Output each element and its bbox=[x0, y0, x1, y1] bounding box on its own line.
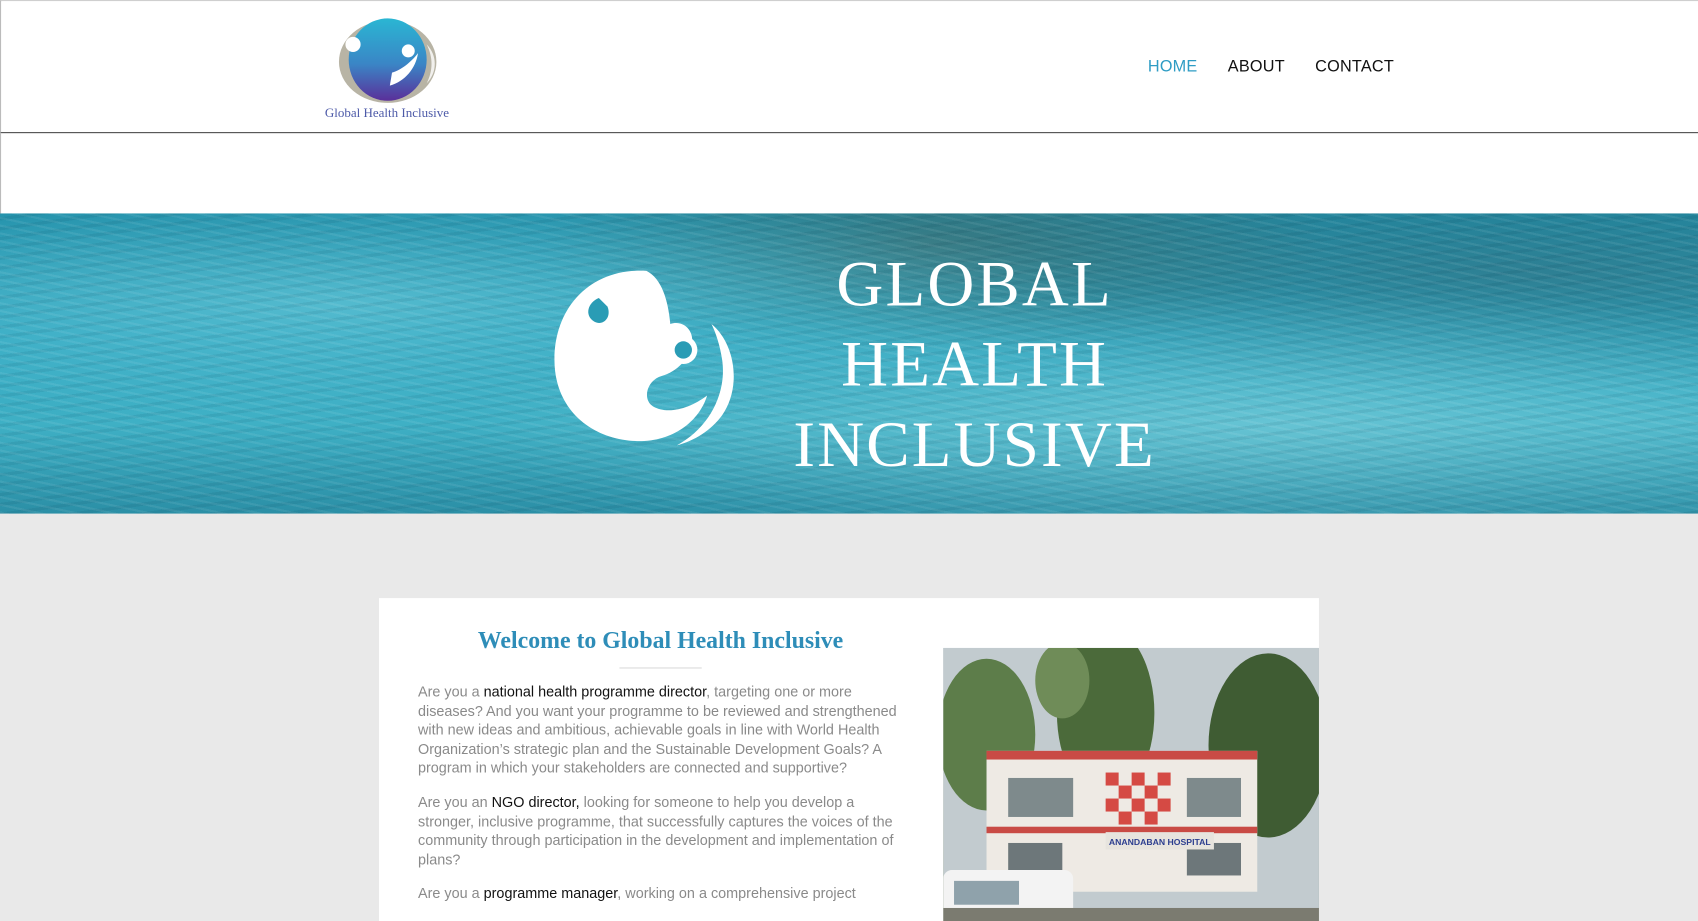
paragraph-1-highlight: national health programme director bbox=[483, 683, 707, 700]
logo-text: Global Health Inclusive bbox=[324, 105, 450, 121]
site-logo[interactable]: Global Health Inclusive bbox=[325, 12, 455, 125]
paragraph-2: Are you an NGO director, looking for som… bbox=[418, 793, 905, 869]
paragraph-2-highlight: NGO director, bbox=[491, 794, 580, 811]
paragraph-3-highlight: programme manager bbox=[483, 885, 618, 902]
hospital-photo: ANANDABAN HOSPITAL bbox=[943, 647, 1319, 921]
ghi-emblem-icon bbox=[554, 270, 734, 446]
paragraph-3-pre: Are you a bbox=[417, 885, 484, 902]
welcome-heading: Welcome to Global Health Inclusive bbox=[477, 626, 844, 654]
page: Global Health Inclusive HOME ABOUT CONTA… bbox=[0, 0, 1698, 921]
ghi-logo-icon bbox=[338, 18, 437, 103]
paragraph-3: Are you a programme manager, working on … bbox=[418, 885, 905, 904]
welcome-card: Welcome to Global Health Inclusive Are y… bbox=[379, 598, 1319, 921]
nav-home[interactable]: HOME bbox=[1148, 57, 1198, 75]
paragraph-2-pre: Are you an bbox=[417, 794, 492, 811]
hospital-sign: ANANDABAN HOSPITAL bbox=[1109, 837, 1211, 847]
hero-banner: GLOBAL HEALTH INCLUSIVE bbox=[0, 213, 1698, 514]
hero-title-line-3: INCLUSIVE bbox=[793, 408, 1156, 480]
site-header: Global Health Inclusive HOME ABOUT CONTA… bbox=[0, 0, 1698, 134]
paragraph-1-pre: Are you a bbox=[417, 683, 484, 700]
hospital-photo-illustration: ANANDABAN HOSPITAL bbox=[943, 647, 1319, 921]
hero-title-line-1: GLOBAL bbox=[836, 248, 1113, 320]
header-spacer bbox=[0, 133, 1698, 214]
main-nav: HOME ABOUT CONTACT bbox=[1148, 57, 1424, 75]
nav-contact[interactable]: CONTACT bbox=[1315, 57, 1394, 75]
paragraph-3-post: , working on a comprehensive project bbox=[617, 885, 856, 902]
hero-title-line-2: HEALTH bbox=[841, 328, 1109, 400]
paragraph-1: Are you a national health programme dire… bbox=[418, 683, 905, 778]
welcome-copy: Are you a national health programme dire… bbox=[418, 683, 905, 919]
nav-about[interactable]: ABOUT bbox=[1228, 57, 1285, 75]
heading-divider bbox=[619, 667, 702, 669]
hero-title: GLOBAL HEALTH INCLUSIVE bbox=[758, 244, 1191, 485]
